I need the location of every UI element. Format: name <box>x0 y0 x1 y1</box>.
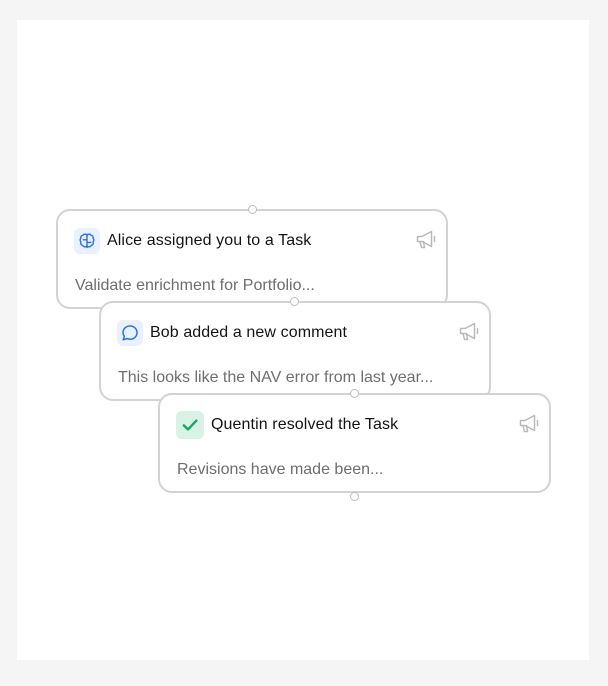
notification-description: Validate enrichment for Portfolio... <box>75 277 315 294</box>
notification-card-new-comment[interactable]: Bob added a new comment This looks like … <box>99 301 491 401</box>
megaphone-icon[interactable] <box>457 319 481 343</box>
notification-header: Quentin resolved the Task <box>176 411 537 439</box>
connector-dot <box>290 297 299 306</box>
notification-header: Bob added a new comment <box>117 319 477 347</box>
brain-icon <box>74 228 100 254</box>
connector-dot <box>350 389 359 398</box>
chat-bubble-icon <box>117 320 143 346</box>
notification-title: Alice assigned you to a Task <box>107 232 312 249</box>
notification-title: Bob added a new comment <box>150 324 348 341</box>
connector-dot <box>350 492 359 501</box>
notification-header: Alice assigned you to a Task <box>74 227 434 255</box>
notification-card-task-assigned[interactable]: Alice assigned you to a Task Validate en… <box>56 209 448 309</box>
notification-card-task-resolved[interactable]: Quentin resolved the Task Revisions have… <box>158 393 551 493</box>
notification-description: This looks like the NAV error from last … <box>118 369 434 386</box>
checkmark-icon <box>176 411 204 439</box>
notification-description: Revisions have made been... <box>177 461 384 478</box>
megaphone-icon[interactable] <box>414 227 438 251</box>
megaphone-icon[interactable] <box>517 411 541 435</box>
connector-dot <box>248 205 257 214</box>
notification-title: Quentin resolved the Task <box>211 416 399 433</box>
canvas: Alice assigned you to a Task Validate en… <box>17 20 589 660</box>
